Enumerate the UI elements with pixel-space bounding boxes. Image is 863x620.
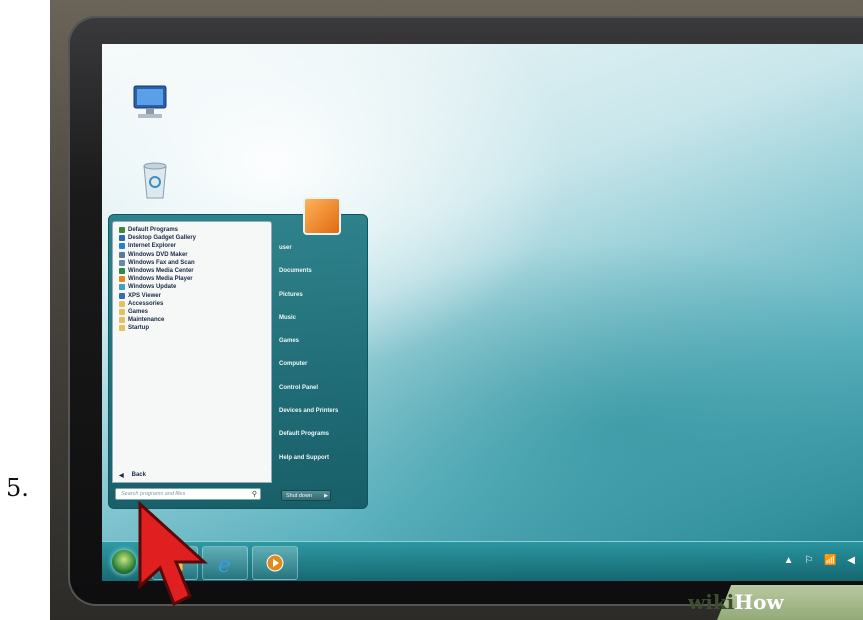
shutdown-label: Shut down (286, 492, 312, 499)
program-item[interactable]: Desktop Gadget Gallery (119, 234, 196, 242)
start-menu: Default Programs Desktop Gadget Gallery In… (108, 197, 368, 509)
search-input[interactable]: Search programs and files ⚲ (115, 488, 261, 500)
svg-text:e: e (218, 553, 231, 578)
fax-scan-icon (119, 259, 125, 266)
computer-desktop-icon[interactable] (128, 80, 174, 126)
media-player-icon (119, 276, 125, 283)
pointer-cursor-icon (138, 500, 208, 607)
start-menu-link[interactable]: Computer (279, 361, 338, 384)
step-number: 5. (6, 474, 29, 502)
start-menu-link[interactable]: Help and Support (279, 455, 338, 478)
start-menu-link[interactable]: Music (279, 315, 338, 338)
program-label: Windows DVD Maker (128, 251, 188, 258)
program-item[interactable]: Windows Media Player (119, 275, 196, 283)
program-label: Startup (128, 325, 149, 332)
xps-viewer-icon (119, 292, 125, 299)
program-item[interactable]: Windows Fax and Scan (119, 259, 196, 267)
program-label: Windows Update (128, 284, 177, 291)
start-menu-link[interactable]: Games (279, 338, 338, 361)
program-item[interactable]: Games (119, 308, 196, 316)
wikihow-watermark: wikiHow (688, 590, 784, 614)
program-item[interactable]: Maintenance (119, 316, 196, 324)
default-programs-icon (119, 227, 125, 234)
start-menu-link[interactable]: Default Programs (279, 431, 338, 454)
folder-icon (119, 317, 125, 324)
search-icon: ⚲ (251, 491, 257, 498)
program-item[interactable]: Windows DVD Maker (119, 251, 196, 259)
media-center-icon (119, 268, 125, 275)
program-item[interactable]: Startup (119, 324, 196, 332)
gadget-gallery-icon (119, 235, 125, 242)
recycle-bin-icon[interactable] (132, 156, 178, 202)
internet-explorer-icon (119, 243, 125, 250)
start-menu-link[interactable]: Pictures (279, 292, 338, 315)
program-label: Games (128, 308, 149, 315)
back-label: Back (131, 472, 146, 478)
media-player-icon (266, 554, 284, 572)
program-item[interactable]: Accessories (119, 300, 196, 308)
program-label: Maintenance (128, 317, 165, 324)
program-label: Windows Media Player (128, 276, 193, 283)
monitor-photo: Default Programs Desktop Gadget Gallery In… (50, 0, 863, 620)
media-player-taskbar-button[interactable] (252, 546, 298, 580)
program-list: Default Programs Desktop Gadget Gallery In… (119, 226, 196, 332)
program-item[interactable]: Default Programs (119, 226, 196, 234)
user-picture-icon[interactable] (303, 197, 341, 235)
watermark-part2: How (734, 590, 784, 614)
program-label: XPS Viewer (128, 292, 161, 299)
program-label: Internet Explorer (128, 243, 177, 250)
program-item[interactable]: Windows Update (119, 283, 196, 291)
program-item[interactable]: Windows Media Center (119, 267, 196, 275)
start-menu-links: user Documents Pictures Music Games Computer C… (279, 245, 338, 478)
shutdown-arrow-icon[interactable]: ▶ (324, 493, 328, 499)
dvd-maker-icon (119, 251, 125, 258)
program-label: Windows Fax and Scan (128, 259, 195, 266)
programs-pane: Default Programs Desktop Gadget Gallery In… (112, 221, 272, 470)
windows-update-icon (119, 284, 125, 291)
folder-icon (119, 325, 125, 332)
program-label: Accessories (128, 300, 164, 307)
taskbar: e ▲ ⚐ 📶 ◀ (102, 541, 863, 581)
program-label: Desktop Gadget Gallery (128, 235, 197, 242)
desktop-screen: Default Programs Desktop Gadget Gallery In… (102, 44, 863, 581)
start-button[interactable] (112, 550, 136, 574)
program-item[interactable]: XPS Viewer (119, 292, 196, 300)
folder-icon (119, 308, 125, 315)
start-menu-link[interactable]: user (279, 245, 338, 268)
start-menu-link[interactable]: Documents (279, 268, 338, 291)
back-arrow-icon: ◀ (119, 472, 124, 479)
back-button[interactable]: ◀ Back (112, 468, 272, 483)
watermark-part1: wiki (688, 590, 735, 614)
search-placeholder: Search programs and files (121, 491, 186, 497)
program-label: Windows Media Center (128, 268, 194, 275)
folder-icon (119, 300, 125, 307)
program-label: Default Programs (128, 227, 179, 234)
start-menu-link[interactable]: Control Panel (279, 385, 338, 408)
system-tray[interactable]: ▲ ⚐ 📶 ◀ (784, 555, 859, 566)
start-menu-link[interactable]: Devices and Printers (279, 408, 338, 431)
program-item[interactable]: Internet Explorer (119, 242, 196, 250)
shutdown-button[interactable]: Shut down ▶ (281, 490, 331, 501)
